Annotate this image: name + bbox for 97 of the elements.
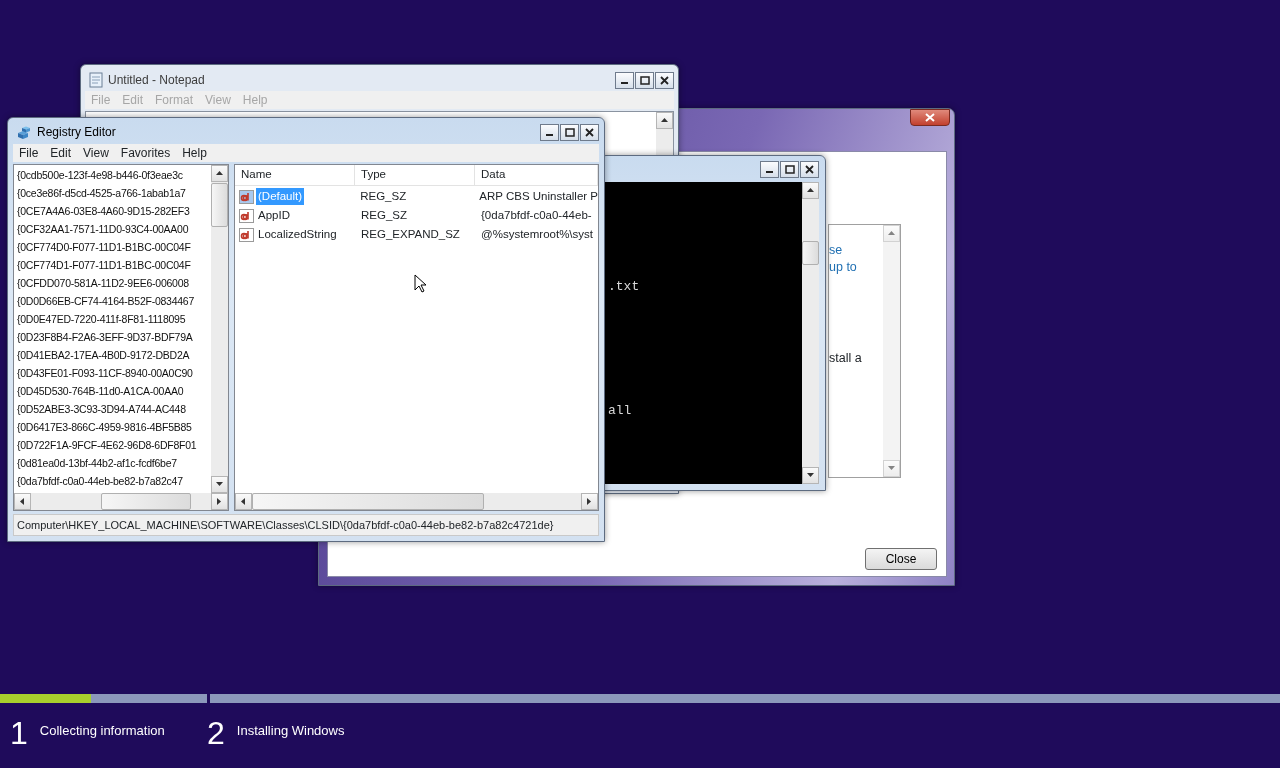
notepad-icon [89,72,103,88]
scroll-right-button[interactable] [581,493,598,510]
tree-item[interactable]: {0CF32AA1-7571-11D0-93C4-00AA00 [14,220,211,238]
string-value-icon [239,208,254,223]
close-icon [925,113,935,122]
scroll-right-button[interactable] [211,493,228,510]
close-button[interactable] [655,71,674,89]
column-header[interactable]: Type [355,165,475,185]
status-bar: Computer\HKEY_LOCAL_MACHINE\SOFTWARE\Classes\CLSID\{0da7bfdf-c0a0-44eb-be82-b7a82c4721de} [13,514,599,536]
tree-item[interactable]: {0cdb500e-123f-4e98-b446-0f3eae3c [14,166,211,184]
up-arrow-icon [660,116,669,125]
value-data: @%systemroot%\syst [480,226,594,242]
string-value-icon [239,189,254,204]
column-header[interactable]: Name [235,165,355,185]
link-text: up to [829,259,858,276]
value-data: {0da7bfdf-c0a0-44eb- [480,207,593,223]
tree-item[interactable]: {0D45D530-764B-11d0-A1CA-00AA0 [14,382,211,400]
maximize-icon [564,127,575,137]
link-text: se [829,242,844,259]
registry-icon [16,124,32,140]
maximize-icon [784,164,795,174]
tree-item[interactable]: {0D52ABE3-3C93-3D94-A744-AC448 [14,400,211,418]
tree-item[interactable]: {0D0D66EB-CF74-4164-B52F-0834467 [14,292,211,310]
scroll-left-button[interactable] [235,493,252,510]
scrollbar-thumb[interactable] [252,493,484,510]
down-arrow-icon [806,471,815,480]
minimize-button[interactable] [615,71,634,89]
scroll-up-button[interactable] [802,182,819,199]
tree-item[interactable]: {0CE7A4A6-03E8-4A60-9D15-282EF3 [14,202,211,220]
string-value-icon [239,227,254,242]
close-button[interactable] [580,123,599,141]
value-type: REG_SZ [360,207,408,223]
menu-item[interactable]: Edit [44,144,78,162]
scroll-up-button[interactable] [211,165,228,182]
left-arrow-icon [18,497,27,506]
tree-item[interactable]: {0D23F8B4-F2A6-3EFF-9D37-BDF79A [14,328,211,346]
mouse-pointer-icon [414,274,426,293]
value-data: ARP CBS Uninstaller P [478,188,598,204]
body-text: stall a [829,350,863,367]
value-name[interactable]: AppID [256,206,292,225]
window-title: Untitled - Notepad [108,72,206,89]
up-arrow-icon [887,229,896,238]
scroll-down-button[interactable] [802,467,819,484]
maximize-icon [639,75,650,85]
right-arrow-icon [215,497,224,506]
close-icon [585,127,594,137]
window-title: Registry Editor [37,124,117,141]
maximize-button[interactable] [560,123,579,141]
menu-item[interactable]: Help [176,144,213,162]
left-arrow-icon [239,497,248,506]
step-label: Collecting information [39,722,165,740]
up-arrow-icon [806,186,815,195]
minimize-icon [621,82,628,84]
tree-item[interactable]: {0D41EBA2-17EA-4B0D-9172-DBD2A [14,346,211,364]
value-type: REG_SZ [359,188,408,204]
close-button[interactable] [800,160,819,178]
console-text: all [608,401,633,420]
menu-item[interactable]: View [77,144,115,162]
column-header[interactable]: Data [475,165,598,185]
tree-item[interactable]: {0D6417E3-866C-4959-9816-4BF5B85 [14,418,211,436]
menu-item[interactable]: File [13,144,45,162]
scroll-down-button[interactable] [211,476,228,493]
tree-item[interactable]: {0d81ea0d-13bf-44b2-af1c-fcdf6be7 [14,454,211,472]
tree-item[interactable]: {0D0E47ED-7220-411f-8F81-1118095 [14,310,211,328]
tree-item[interactable]: {0ce3e86f-d5cd-4525-a766-1abab1a7 [14,184,211,202]
scrollbar-thumb[interactable] [211,183,228,227]
value-name[interactable]: LocalizedString [256,225,339,244]
maximize-button[interactable] [635,71,654,89]
close-button[interactable]: Close [865,548,937,570]
step-number: 1 [10,717,28,749]
down-arrow-icon [887,464,896,473]
scroll-up-button[interactable] [656,112,673,129]
scrollbar-thumb[interactable] [802,241,819,265]
minimize-button[interactable] [540,123,559,141]
tree-item[interactable]: {0CF774D0-F077-11D1-B1BC-00C04F [14,238,211,256]
maximize-button[interactable] [780,160,799,178]
step-label: Installing Windows [236,722,345,740]
scroll-left-button[interactable] [14,493,31,510]
step-number: 2 [207,717,225,749]
close-button[interactable] [910,109,950,126]
value-type: REG_EXPAND_SZ [360,226,461,242]
close-icon [660,75,669,85]
minimize-icon [546,134,553,136]
right-arrow-icon [585,497,594,506]
menu-item[interactable]: Favorites [114,144,177,162]
scrollbar-thumb[interactable] [101,493,191,510]
close-icon [805,164,814,174]
tree-item[interactable]: {0da7bfdf-c0a0-44eb-be82-b7a82c47 [14,472,211,490]
tree-item[interactable]: {0CFDD070-581A-11D2-9EE6-006008 [14,274,211,292]
console-text: .txt [608,278,641,296]
minimize-button[interactable] [760,160,779,178]
minimize-icon [766,171,773,173]
tree-item[interactable]: {0D43FE01-F093-11CF-8940-00A0C90 [14,364,211,382]
tree-item[interactable]: {0CF774D1-F077-11D1-B1BC-00C04F [14,256,211,274]
tree-item[interactable]: {0D722F1A-9FCF-4E62-96D8-6DF8F01 [14,436,211,454]
up-arrow-icon [215,169,224,178]
down-arrow-icon [215,480,224,489]
